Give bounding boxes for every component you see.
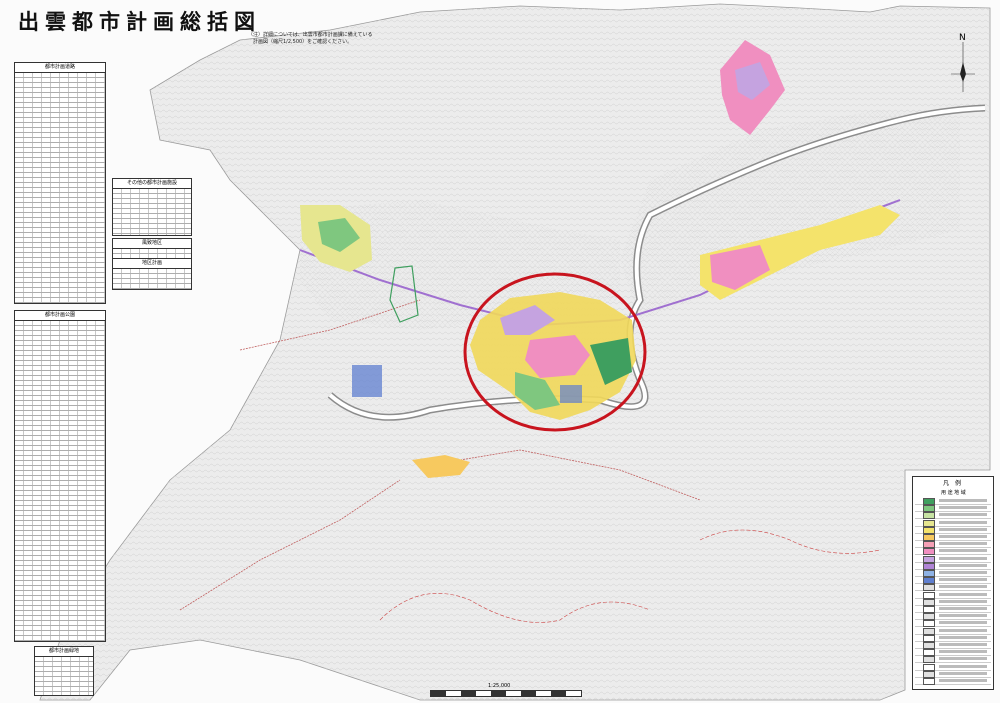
legend-text [939,585,987,589]
legend: 凡 例 用 途 地 域 [912,476,994,690]
roads-table-title: 都市計画道路 [15,63,105,73]
legend-text [939,499,987,502]
parks-table-body [15,321,105,641]
green-table-body [35,657,93,695]
legend-swatch [923,678,935,685]
legend-text [939,549,987,553]
legend-title: 凡 例 [943,480,962,487]
green-table: 都市計画緑地 [34,646,94,696]
legend-text [939,563,987,567]
roads-table: 都市計画道路 [14,62,106,304]
scale-bar [430,690,582,697]
legend-text [939,635,987,639]
legend-text [939,679,987,682]
green-table-title: 都市計画緑地 [35,647,93,657]
central-park [560,385,582,403]
legend-text [939,664,987,668]
legend-text [939,506,987,510]
legend-text [939,527,987,531]
legend-row [915,677,991,685]
other-facilities-table-title: その他の都市計画施設 [113,179,191,189]
map-note: （注）詳細については、出雲市都市計画課に備えている 計画図（縮尺1/2,500）… [248,32,373,45]
parks-table-title: 都市計画公園 [15,311,105,321]
roads-table-body [15,73,105,303]
legend-text [939,542,987,546]
legend-text [939,513,987,517]
legend-text [939,614,987,618]
district-table-title: 地区計画 [113,259,191,269]
legend-text [939,643,987,646]
legend-text [939,520,987,524]
other-facilities-table-body [113,189,191,235]
other-facilities-table: その他の都市計画施設 [112,178,192,236]
legend-text [939,592,987,596]
legend-text [939,621,987,625]
legend-text [939,657,987,661]
legend-text [939,578,987,582]
legend-text [939,628,987,632]
legend-text [939,671,987,675]
scenic-table-title: 風致地区 [113,239,191,249]
map-title: 出雲都市計画総括図 [18,10,261,34]
legend-text [939,650,987,654]
west-park-area [352,365,382,397]
parks-table: 都市計画公園 [14,310,106,642]
legend-text [939,599,987,603]
map-sheet: 出雲都市計画総括図 （注）詳細については、出雲市都市計画課に備えている 計画図（… [0,0,1000,703]
compass-label: N [959,33,966,43]
district-table-body [113,269,191,289]
scale-label: 1:25,000 [488,683,511,689]
legend-text [939,556,987,560]
legend-text [939,571,987,574]
district-table: 地区計画 [112,258,192,290]
legend-text [939,607,987,610]
map-canvas[interactable] [0,0,1000,703]
legend-text [939,535,987,538]
legend-header: 用 途 地 域 [941,490,966,496]
